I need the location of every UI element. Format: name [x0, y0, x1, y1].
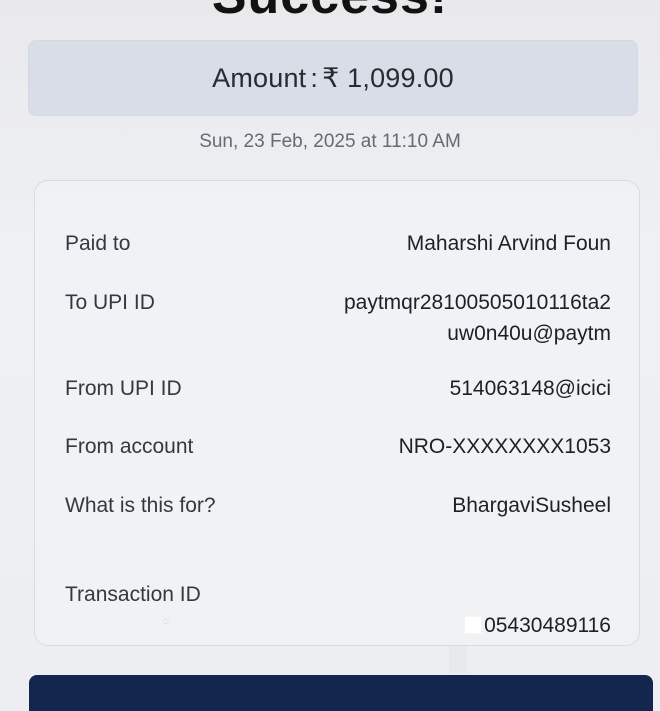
- transaction-id-label: Transaction ID: [65, 583, 201, 606]
- from-account-label: From account: [65, 435, 194, 458]
- to-upi-value: paytmqr28100505010116ta2 uw0n40u@paytm: [343, 291, 611, 345]
- from-account-value: NRO-XXXXXXXX1053: [398, 435, 611, 458]
- transaction-id-value-wrapper: 05430489116: [464, 579, 611, 641]
- bottom-action-button[interactable]: [29, 675, 653, 711]
- amount-separator: :: [310, 62, 319, 93]
- purpose-label: What is this for?: [65, 494, 216, 517]
- small-mark-icon: ◌: [163, 616, 169, 627]
- to-upi-label: To UPI ID: [65, 291, 155, 314]
- redaction-block-upper: [449, 646, 467, 673]
- transaction-id-value: 05430489116: [484, 614, 611, 637]
- transaction-datetime: Sun, 23 Feb, 2025 at 11:10 AM: [199, 131, 461, 152]
- from-upi-value: 514063148@icici: [449, 377, 611, 400]
- paid-to-value: Maharshi Arvind Foun: [406, 232, 611, 255]
- amount-value: ₹ 1,099.00: [322, 62, 454, 93]
- amount-label: Amount: [212, 62, 307, 93]
- success-title: Success!: [0, 0, 660, 26]
- from-upi-label: From UPI ID: [65, 377, 182, 400]
- purpose-value: BhargaviSusheel: [452, 494, 611, 517]
- transaction-details-card: Paid to Maharshi Arvind Foun To UPI ID p…: [34, 180, 640, 646]
- paid-to-label: Paid to: [65, 232, 131, 255]
- amount-summary: Amount : ₹ 1,099.00: [28, 40, 638, 116]
- redaction-mark: [464, 616, 483, 634]
